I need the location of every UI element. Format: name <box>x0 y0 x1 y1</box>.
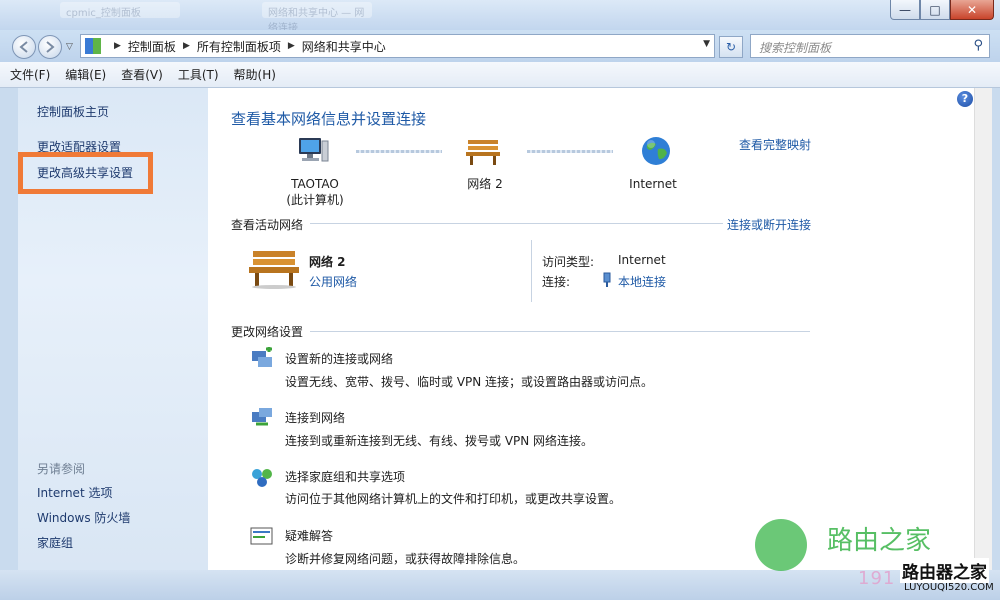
homegroup-icon <box>252 469 272 487</box>
recent-pages-chevron-icon[interactable]: ▽ <box>66 42 73 52</box>
change-settings-heading: 更改网络设置 <box>231 325 304 339</box>
action-desc-new-connection: 设置无线、宽带、拨号、临时或 VPN 连接；或设置路由器或访问点。 <box>285 375 654 389</box>
forward-arrow-icon <box>46 41 55 53</box>
breadcrumb-control-panel[interactable]: 控制面板 <box>128 38 176 55</box>
breadcrumb-all-items[interactable]: 所有控制面板项 <box>197 38 281 55</box>
menu-tools[interactable]: 工具(T) <box>178 66 219 83</box>
breadcrumb-separator-icon: ▶ <box>287 41 295 51</box>
breadcrumb-separator-icon: ▶ <box>114 41 121 51</box>
node-computer-name: TAOTAO <box>291 177 339 191</box>
action-title-homegroup[interactable]: 选择家庭组和共享选项 <box>285 468 405 485</box>
forward-button[interactable] <box>38 35 62 59</box>
action-desc-homegroup: 访问位于其他网络计算机上的文件和打印机，或更改共享设置。 <box>285 492 622 506</box>
menu-view[interactable]: 查看(V) <box>121 66 163 83</box>
sidebar-item-control-panel-home[interactable]: 控制面板主页 <box>37 103 109 120</box>
node-computer-sublabel: (此计算机) <box>286 193 344 207</box>
search-placeholder: 搜索控制面板 <box>759 41 832 55</box>
breadcrumb-separator-icon: ▶ <box>182 41 190 51</box>
search-icon[interactable]: ⚲ <box>973 38 983 53</box>
watermark-logo <box>755 519 807 571</box>
vertical-divider <box>531 240 532 302</box>
connection-line <box>356 150 442 153</box>
action-title-troubleshoot[interactable]: 疑难解答 <box>285 527 333 544</box>
full-map-link[interactable]: 查看完整映射 <box>739 136 811 153</box>
action-title-connect-network[interactable]: 连接到网络 <box>285 409 345 426</box>
menu-bar: 文件(F) 编辑(E) 查看(V) 工具(T) 帮助(H) <box>0 62 1000 88</box>
address-toolbar: ▽ ▶ 控制面板 ▶ 所有控制面板项 ▶ 网络和共享中心 ▼ ↻ 搜索控制面板 … <box>0 30 1000 62</box>
see-also-firewall[interactable]: Windows 防火墙 <box>37 509 130 526</box>
address-dropdown-icon[interactable]: ▼ <box>703 39 710 49</box>
watermark-number: 191 <box>858 568 896 589</box>
connection-line <box>527 150 613 153</box>
sidebar: 控制面板主页 更改适配器设置 更改高级共享设置 另请参阅 Internet 选项… <box>18 88 208 570</box>
address-bar[interactable]: ▶ 控制面板 ▶ 所有控制面板项 ▶ 网络和共享中心 ▼ <box>80 34 715 58</box>
ethernet-icon <box>603 272 611 287</box>
menu-help[interactable]: 帮助(H) <box>234 66 276 83</box>
computer-icon[interactable] <box>296 136 330 166</box>
title-bar: cpmic_控制面板 网络和共享中心 — 网络连接 — □ ✕ <box>0 0 1000 34</box>
scrollbar[interactable] <box>974 88 992 570</box>
menu-file[interactable]: 文件(F) <box>10 66 50 83</box>
access-type-value: Internet <box>618 253 666 267</box>
see-also-homegroup[interactable]: 家庭组 <box>37 534 73 551</box>
control-panel-icon <box>85 38 101 54</box>
refresh-button[interactable]: ↻ <box>719 36 743 58</box>
see-also-internet-options[interactable]: Internet 选项 <box>37 484 112 501</box>
new-connection-icon <box>252 347 272 367</box>
connections-label: 连接: <box>542 275 571 289</box>
search-input[interactable]: 搜索控制面板 ⚲ <box>750 34 990 58</box>
divider <box>310 331 810 332</box>
back-button[interactable] <box>12 35 36 59</box>
breadcrumb-network-center[interactable]: 网络和共享中心 <box>302 38 386 55</box>
close-button[interactable]: ✕ <box>950 0 994 20</box>
access-type-label: 访问类型: <box>542 255 595 269</box>
minimize-button[interactable]: — <box>890 0 920 20</box>
action-title-new-connection[interactable]: 设置新的连接或网络 <box>285 350 393 367</box>
local-connection-link[interactable]: 本地连接 <box>618 273 666 290</box>
background-tab: cpmic_控制面板 <box>60 2 180 19</box>
help-icon[interactable]: ? <box>957 91 973 107</box>
watermark-url: LUYOUQI520.COM <box>904 582 994 593</box>
action-desc-connect-network: 连接到或重新连接到无线、有线、拨号或 VPN 网络连接。 <box>285 434 594 448</box>
back-arrow-icon <box>19 41 28 53</box>
connect-network-icon <box>252 408 272 426</box>
node-network-name: 网络 2 <box>467 177 503 191</box>
window-controls: — □ ✕ <box>890 0 994 20</box>
see-also-heading: 另请参阅 <box>37 462 86 476</box>
background-tab: 网络和共享中心 — 网络连接 <box>262 2 372 34</box>
menu-edit[interactable]: 编辑(E) <box>65 66 106 83</box>
watermark-text: 路由之家 <box>827 526 932 556</box>
active-networks-heading: 查看活动网络 <box>231 218 304 232</box>
bench-icon[interactable] <box>466 136 500 166</box>
network-bench-icon <box>249 251 299 289</box>
active-network-name: 网络 2 <box>309 255 346 269</box>
sidebar-item-advanced-sharing[interactable]: 更改高级共享设置 <box>37 164 133 181</box>
maximize-button[interactable]: □ <box>920 0 950 20</box>
page-title: 查看基本网络信息并设置连接 <box>231 110 427 128</box>
action-desc-troubleshoot: 诊断并修复网络问题，或获得故障排除信息。 <box>285 552 526 566</box>
node-internet-name: Internet <box>629 177 677 191</box>
connect-disconnect-link[interactable]: 连接或断开连接 <box>727 216 811 233</box>
divider <box>310 223 723 224</box>
status-bar <box>0 570 1000 600</box>
globe-icon[interactable] <box>640 135 672 167</box>
troubleshoot-icon <box>250 527 273 545</box>
breadcrumb: ▶ 控制面板 ▶ 所有控制面板项 ▶ 网络和共享中心 <box>107 38 386 55</box>
watermark-brand: 路由器之家 <box>900 558 989 583</box>
network-type-link[interactable]: 公用网络 <box>309 273 357 290</box>
